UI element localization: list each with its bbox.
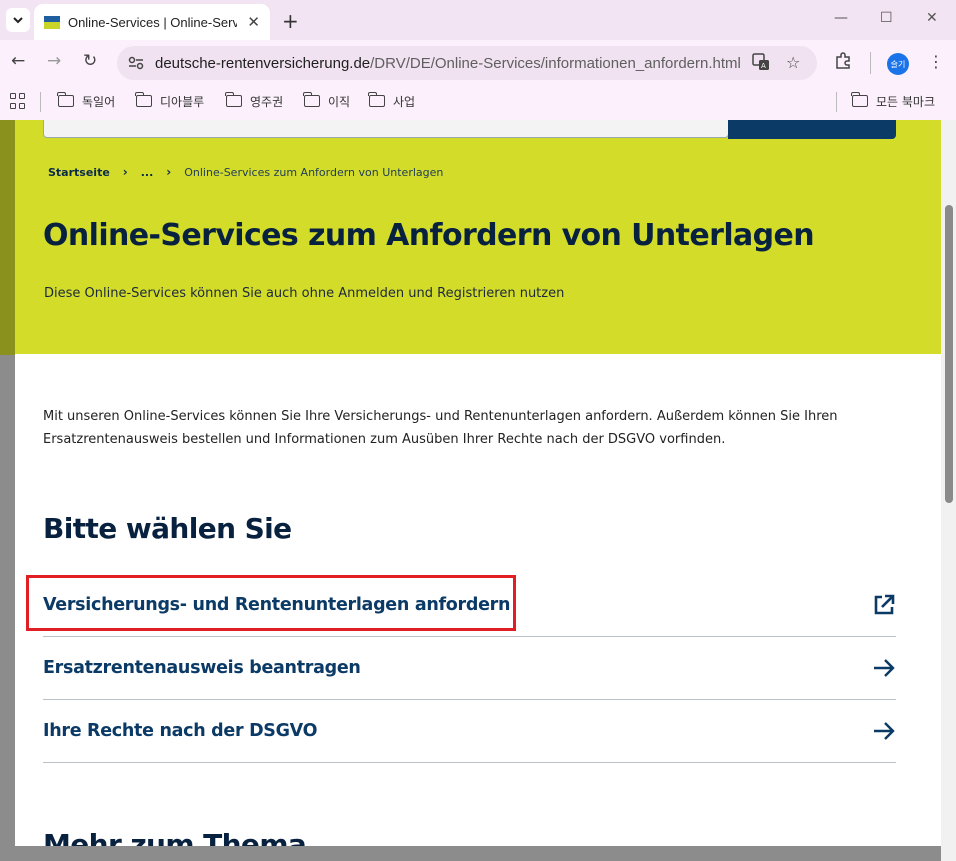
link-request-documents[interactable]: Versicherungs- und Rentenunterlagen anfo…: [26, 574, 896, 637]
background-strip: [0, 120, 15, 355]
back-arrow-icon[interactable]: ←: [11, 51, 25, 71]
more-heading: Mehr zum Thema: [43, 828, 307, 846]
page-viewport: Startseite › ... › Online-Services zum A…: [15, 120, 941, 846]
forward-arrow-icon[interactable]: →: [47, 51, 61, 71]
folder-icon: [225, 92, 242, 107]
extensions-puzzle-icon[interactable]: [834, 52, 852, 75]
page-title: Online-Services zum Anfordern von Unterl…: [43, 218, 815, 253]
page-subtitle: Diese Online-Services können Sie auch oh…: [44, 286, 565, 301]
svg-text:A: A: [761, 62, 766, 70]
breadcrumb: Startseite › ... › Online-Services zum A…: [48, 165, 443, 179]
vertical-scrollbar[interactable]: [941, 120, 956, 861]
breadcrumb-home-link[interactable]: Startseite: [48, 166, 110, 179]
bookmarks-divider: [836, 92, 837, 112]
window-bottom-edge: [0, 846, 941, 861]
chevron-right-icon: ›: [122, 165, 128, 179]
link-gdpr-rights[interactable]: Ihre Rechte nach der DSGVO: [43, 700, 896, 763]
bookmarks-divider: [40, 92, 41, 112]
choose-heading: Bitte wählen Sie: [43, 512, 292, 545]
drv-favicon-icon: [44, 15, 60, 29]
arrow-right-icon: [874, 722, 895, 740]
link-label: Versicherungs- und Rentenunterlagen anfo…: [43, 595, 511, 615]
url-text: deutsche-rentenversicherung.de/DRV/DE/On…: [155, 54, 741, 72]
more-menu-icon[interactable]: ⋮: [928, 52, 944, 71]
tab-bar: Online-Services | Online-Services ✕ + — …: [0, 0, 956, 40]
window-close-icon[interactable]: ✕: [926, 10, 938, 26]
reload-icon[interactable]: ↻: [83, 51, 97, 71]
hero-banner: Startseite › ... › Online-Services zum A…: [15, 120, 941, 354]
site-search-input[interactable]: [43, 120, 729, 138]
intro-text: Mit unseren Online-Services können Sie I…: [43, 409, 838, 447]
folder-icon: [57, 92, 74, 107]
breadcrumb-current: Online-Services zum Anfordern von Unterl…: [184, 165, 444, 179]
scrollbar-thumb[interactable]: [945, 205, 953, 503]
breadcrumb-ellipsis[interactable]: ...: [141, 166, 154, 179]
site-settings-icon[interactable]: [127, 54, 145, 72]
bookmark-folder[interactable]: 이직: [303, 91, 350, 111]
bookmark-folder[interactable]: 디아블루: [135, 91, 204, 111]
star-icon[interactable]: ☆: [786, 53, 800, 72]
minimize-icon[interactable]: —: [834, 10, 848, 26]
link-replacement-id[interactable]: Ersatzrentenausweis beantragen: [43, 637, 896, 700]
address-bar[interactable]: deutsche-rentenversicherung.de/DRV/DE/On…: [117, 46, 817, 80]
link-label: Ersatzrentenausweis beantragen: [43, 658, 361, 678]
translate-icon[interactable]: A: [752, 53, 770, 75]
toolbar-divider: [870, 52, 871, 74]
bookmark-folder[interactable]: 사업: [368, 91, 415, 111]
active-tab[interactable]: Online-Services | Online-Services ✕: [34, 4, 270, 40]
folder-icon: [135, 92, 152, 107]
profile-avatar[interactable]: 슬기: [887, 53, 909, 75]
close-icon[interactable]: ✕: [247, 13, 260, 31]
tab-title: Online-Services | Online-Services: [67, 14, 238, 30]
bookmark-folder[interactable]: 영주권: [225, 91, 283, 111]
bookmark-folder[interactable]: 독일어: [57, 91, 115, 111]
chevron-down-icon: [13, 17, 23, 24]
new-tab-plus-icon[interactable]: +: [282, 9, 299, 33]
arrow-right-icon: [874, 659, 895, 677]
maximize-icon[interactable]: ☐: [880, 10, 893, 26]
site-search-button[interactable]: [728, 120, 896, 139]
all-bookmarks-folder[interactable]: 모든 북마크: [851, 91, 935, 111]
tab-search-button[interactable]: [6, 8, 30, 32]
folder-icon: [368, 92, 385, 107]
bookmarks-bar: 독일어 디아블루 영주권 이직 사업 모든 북마크: [0, 86, 956, 120]
link-label: Ihre Rechte nach der DSGVO: [43, 721, 318, 741]
chevron-right-icon: ›: [166, 165, 172, 179]
service-link-list: Versicherungs- und Rentenunterlagen anfo…: [26, 574, 896, 763]
folder-icon: [851, 92, 868, 107]
apps-grid-icon[interactable]: [10, 93, 26, 109]
external-link-icon: [874, 594, 895, 615]
folder-icon: [303, 92, 320, 107]
